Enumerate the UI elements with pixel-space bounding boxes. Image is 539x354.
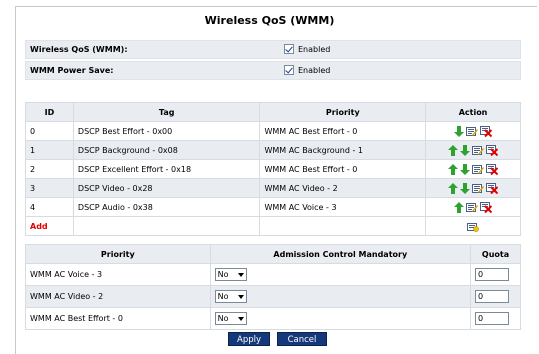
row-priority: WMM AC Best Effort - 0 [259, 159, 427, 179]
table-row: 4 DSCP Audio - 0x38 WMM AC Voice - 3 [25, 197, 521, 217]
col-quota-header: Quota [470, 244, 521, 264]
wireless-qos-row: Wireless QoS (WMM): Enabled [25, 40, 521, 59]
page-title: Wireless QoS (WMM) [204, 14, 335, 27]
table-row: WMM AC Best Effort - 0 No 0 [25, 307, 521, 330]
delete-icon[interactable] [486, 163, 499, 175]
qos-tag-table: ID Tag Priority Action 0 DSCP Best Effort… [25, 102, 521, 236]
down-arrow-icon[interactable] [460, 144, 471, 156]
row-actions [425, 159, 521, 179]
mandatory-select[interactable]: No [214, 268, 247, 281]
row-id: 1 [25, 140, 74, 160]
table-row: 0 DSCP Best Effort - 0x00 WMM AC Best Effo… [25, 121, 521, 141]
row-tag: DSCP Video - 0x28 [72, 178, 261, 198]
admission-table: Priority Admission Control Mandatory Quo… [25, 244, 521, 330]
delete-icon[interactable] [480, 201, 493, 213]
add-row: Add [25, 216, 521, 236]
table-row: WMM AC Voice - 3 No 0 [25, 263, 521, 286]
edit-icon[interactable] [472, 183, 485, 194]
add-link[interactable]: Add [30, 222, 48, 231]
edit-icon[interactable] [466, 126, 479, 137]
mandatory-select[interactable]: No [214, 290, 247, 303]
row-tag: DSCP Background - 0x08 [72, 140, 261, 160]
wmm-power-save-label: WMM Power Save: [30, 66, 114, 75]
table-row: 2 DSCP Excellent Effort - 0x18 WMM AC Best… [25, 159, 521, 179]
col-priority-header: Priority [259, 102, 427, 122]
mandatory-value: No [217, 314, 229, 323]
col-tag-header: Tag [72, 102, 261, 122]
quota-input[interactable]: 0 [475, 312, 510, 325]
row-actions [425, 140, 521, 160]
chevron-down-icon [237, 294, 244, 299]
apply-button[interactable]: Apply [228, 332, 270, 346]
wireless-qos-checkbox[interactable] [284, 44, 294, 54]
row-priority: WMM AC Voice - 3 [25, 263, 211, 286]
col-mandatory-header: Admission Control Mandatory [209, 244, 472, 264]
delete-icon[interactable] [486, 144, 499, 156]
col-id-header: ID [25, 102, 74, 122]
chevron-down-icon [237, 316, 244, 321]
row-actions [425, 197, 521, 217]
row-tag: DSCP Audio - 0x38 [72, 197, 261, 217]
wmm-power-save-checkbox[interactable] [284, 65, 294, 75]
delete-icon[interactable] [480, 125, 493, 137]
table-row: 1 DSCP Background - 0x08 WMM AC Background… [25, 140, 521, 160]
row-priority: WMM AC Video - 2 [259, 178, 427, 198]
mandatory-value: No [217, 270, 229, 279]
row-priority: WMM AC Voice - 3 [259, 197, 427, 217]
edit-icon[interactable] [466, 202, 479, 213]
mandatory-select[interactable]: No [214, 312, 247, 325]
row-priority: WMM AC Background - 1 [259, 140, 427, 160]
up-arrow-icon[interactable] [448, 144, 459, 156]
row-tag: DSCP Best Effort - 0x00 [72, 121, 261, 141]
delete-icon[interactable] [486, 182, 499, 194]
row-id: 4 [25, 197, 74, 217]
up-arrow-icon[interactable] [448, 163, 459, 175]
row-id: 0 [25, 121, 74, 141]
row-actions [425, 178, 521, 198]
up-arrow-icon[interactable] [454, 201, 465, 213]
cancel-button[interactable]: Cancel [277, 332, 327, 346]
col-action-header: Action [425, 102, 521, 122]
row-tag: DSCP Excellent Effort - 0x18 [72, 159, 261, 179]
down-arrow-icon[interactable] [460, 163, 471, 175]
table-row: WMM AC Video - 2 No 0 [25, 285, 521, 308]
row-priority: WMM AC Video - 2 [25, 285, 211, 308]
down-arrow-icon[interactable] [454, 125, 465, 137]
wireless-qos-label: Wireless QoS (WMM): [30, 45, 128, 54]
col-priority-header: Priority [25, 244, 211, 264]
edit-icon[interactable] [472, 145, 485, 156]
table-row: 3 DSCP Video - 0x28 WMM AC Video - 2 [25, 178, 521, 198]
wmm-power-save-row: WMM Power Save: Enabled [25, 61, 521, 80]
row-id: 3 [25, 178, 74, 198]
add-rule-icon[interactable] [467, 221, 479, 232]
chevron-down-icon [237, 272, 244, 277]
row-actions [425, 121, 521, 141]
mandatory-value: No [217, 292, 229, 301]
down-arrow-icon[interactable] [460, 182, 471, 194]
row-id: 2 [25, 159, 74, 179]
wmm-power-save-value: Enabled [298, 65, 331, 75]
quota-input[interactable]: 0 [475, 268, 510, 281]
row-priority: WMM AC Best Effort - 0 [259, 121, 427, 141]
wireless-qos-value: Enabled [298, 44, 331, 54]
up-arrow-icon[interactable] [448, 182, 459, 194]
row-priority: WMM AC Best Effort - 0 [25, 307, 211, 330]
edit-icon[interactable] [472, 164, 485, 175]
quota-input[interactable]: 0 [475, 290, 510, 303]
